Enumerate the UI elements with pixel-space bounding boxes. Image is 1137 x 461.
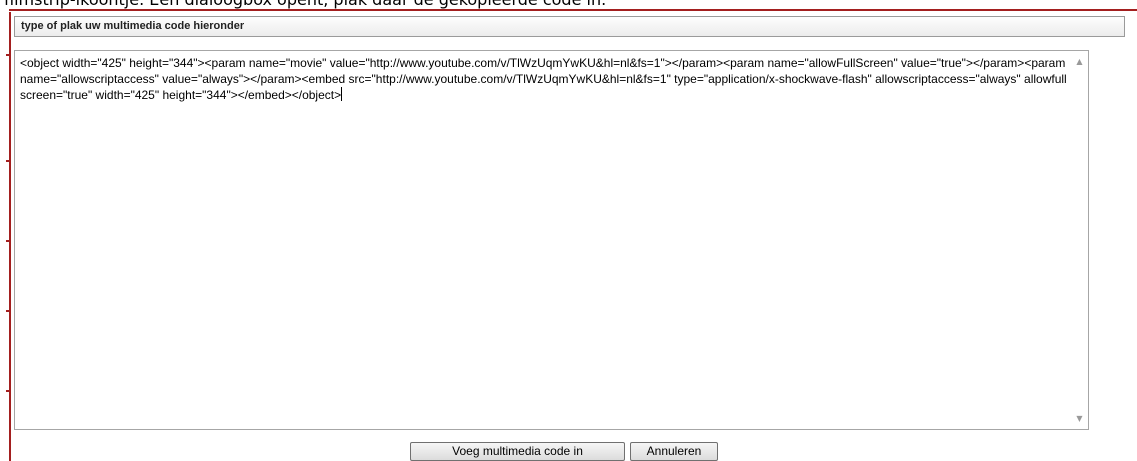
code-text: <object width="425" height="344"><param …: [20, 56, 1069, 102]
textarea-scrollbar[interactable]: ▲ ▼: [1071, 51, 1088, 429]
frame-left-border: [9, 12, 11, 461]
instruction-caption: filmstrip-ikoontje. Een dialoogbox opent…: [4, 0, 606, 9]
frame-top-border: [9, 9, 1137, 11]
frame-left-ticks: [6, 12, 9, 461]
dialog-header: type of plak uw multimedia code hieronde…: [14, 16, 1125, 37]
insert-multimedia-button[interactable]: Voeg multimedia code in: [410, 442, 625, 461]
multimedia-code-textarea[interactable]: <object width="425" height="344"><param …: [14, 50, 1089, 430]
cancel-button[interactable]: Annuleren: [630, 442, 718, 461]
scroll-up-icon[interactable]: ▲: [1071, 53, 1088, 70]
scroll-down-icon[interactable]: ▼: [1071, 410, 1088, 427]
text-caret: [341, 87, 343, 101]
